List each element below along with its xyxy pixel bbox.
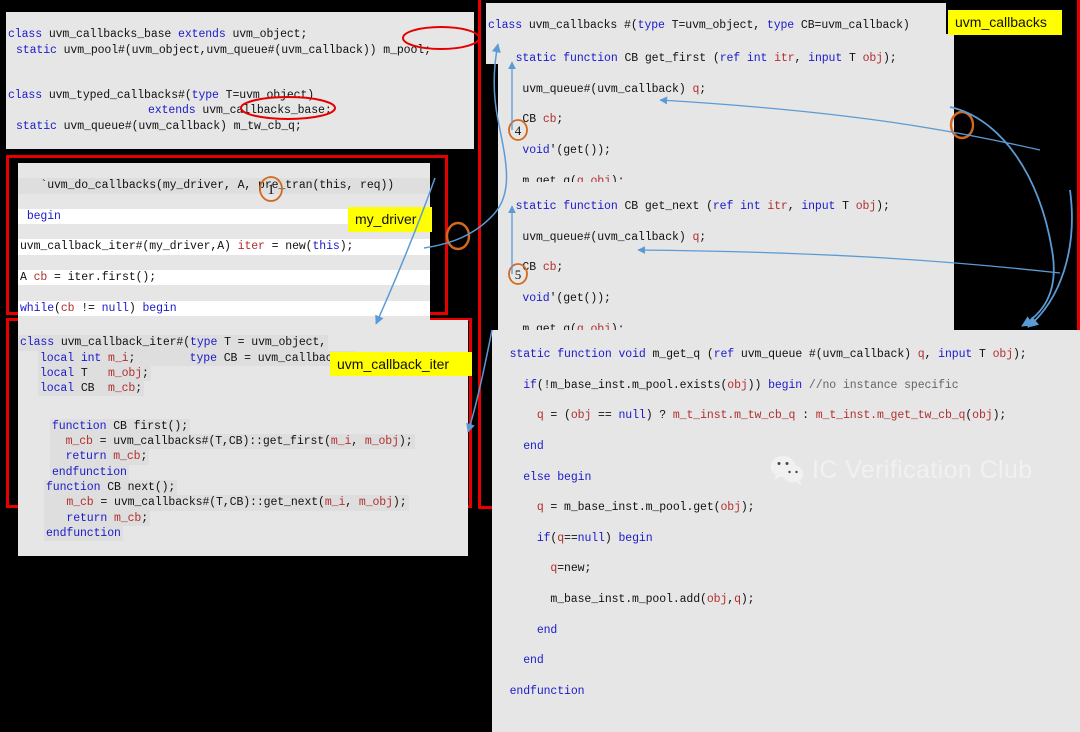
watermark-text: IC Verification Club [812, 455, 1033, 484]
arrow-into-iter-next [466, 329, 493, 433]
code-block-base-classes: class uvm_callbacks_base extends uvm_obj… [6, 12, 474, 150]
label-uvm-callback-iter: uvm_callback_iter [330, 352, 472, 376]
marker-circle-left-node [445, 221, 471, 251]
label-my-driver: my_driver [348, 207, 432, 232]
watermark: IC Verification Club [770, 455, 1033, 485]
arrow-getfirst-to-mgetq [949, 106, 1055, 327]
code-block-m-get-q: static function void m_get_q (ref uvm_qu… [492, 330, 1080, 732]
label-uvm-callbacks: uvm_callbacks [948, 10, 1062, 35]
diagram-canvas: class uvm_callbacks_base extends uvm_obj… [0, 0, 1080, 732]
wechat-icon [770, 455, 804, 485]
marker-circle-right-node [949, 110, 975, 140]
arrow-getnext-to-mgetq [1027, 189, 1073, 328]
